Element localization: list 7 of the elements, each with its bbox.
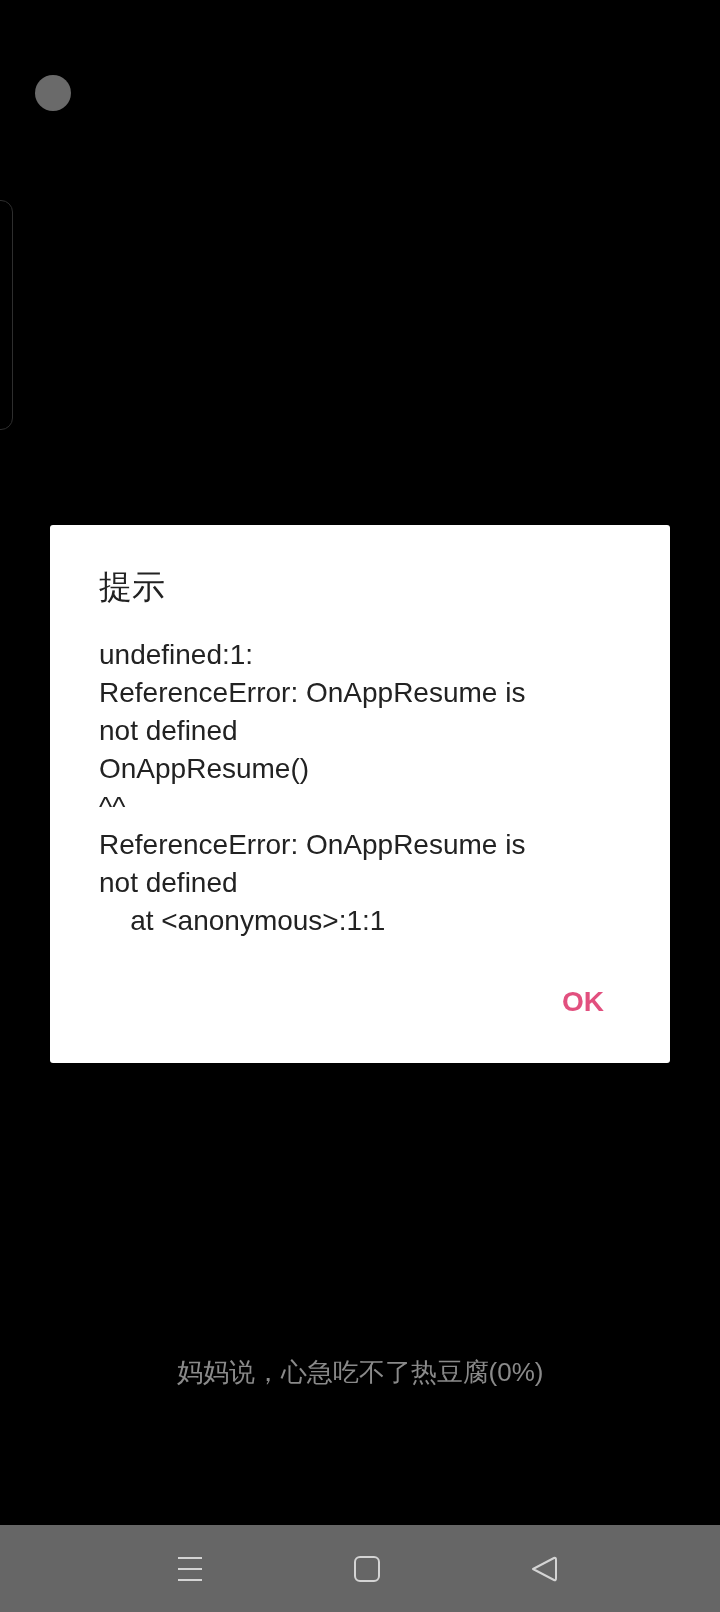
error-message: undefined:1: ReferenceError: OnAppResume is not defined OnAppResume() ^^ ReferenceError: OnAppResume is not defined at <anonymous>:1:1 [99,638,527,938]
loading-text: 妈妈说，心急吃不了热豆腐(0%) [176,1356,544,1389]
dialog-title: 提示 [99,567,165,607]
floating-ball-button[interactable] [35,75,71,111]
back-icon[interactable] [531,1555,557,1582]
menu-icon[interactable] [177,1555,203,1582]
square-icon[interactable] [354,1555,380,1582]
